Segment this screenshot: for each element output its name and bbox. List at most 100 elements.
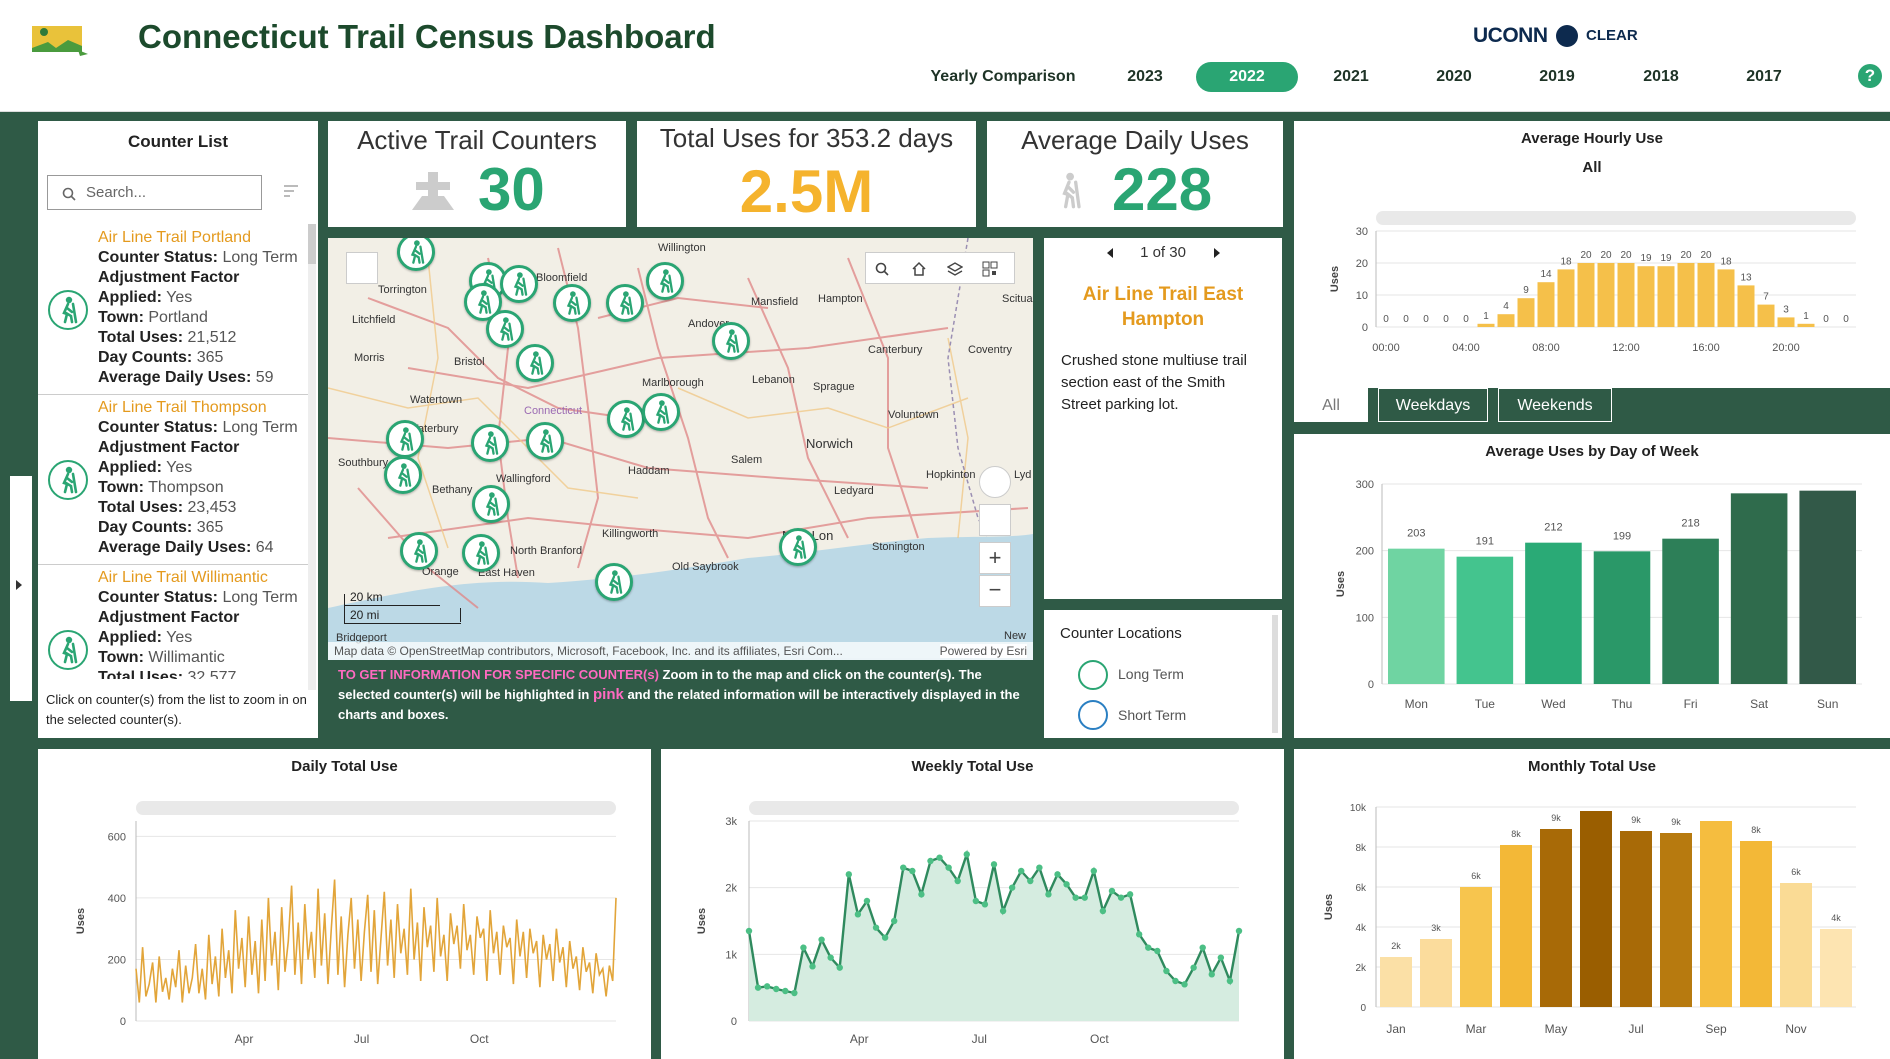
chart-subtitle: All: [1582, 159, 1602, 176]
select-tool-icon[interactable]: [346, 252, 378, 284]
y-tick-label: 2k: [725, 883, 737, 895]
zoom-out-button[interactable]: −: [979, 575, 1011, 607]
trail-counter-marker[interactable]: [516, 344, 554, 382]
nav-year-2022[interactable]: 2022: [1196, 62, 1298, 92]
trail-counter-marker[interactable]: [595, 563, 633, 601]
trail-counter-marker[interactable]: [472, 485, 510, 523]
zoom-in-button[interactable]: +: [979, 542, 1011, 574]
place-label: Morris: [354, 352, 385, 364]
kpi-label: Average Daily Uses: [1021, 125, 1249, 155]
x-tick-label: May: [1545, 1022, 1568, 1036]
trail-counter-marker[interactable]: [471, 424, 509, 462]
tab-all[interactable]: All: [1294, 388, 1368, 422]
home-icon[interactable]: [911, 261, 927, 277]
nav-year-2017[interactable]: 2017: [1729, 68, 1799, 86]
nav-year-2018[interactable]: 2018: [1626, 68, 1696, 86]
bar: [1456, 556, 1514, 684]
place-label: Willington: [658, 242, 706, 254]
field-label: Applied:: [98, 459, 162, 476]
place-label: Watertown: [410, 394, 463, 406]
bar: [1620, 831, 1652, 1007]
list-item[interactable]: Air Line Trail Thompson Counter Status: …: [98, 398, 350, 558]
next-arrow-icon[interactable]: [1214, 248, 1220, 258]
field-label: Day Counts:: [98, 519, 193, 536]
y-tick-label: 600: [108, 831, 126, 843]
compass-icon[interactable]: [979, 466, 1011, 498]
map-view[interactable]: Willington Torrington Bloomfield Mansfie…: [328, 238, 1033, 738]
list-item[interactable]: Air Line Trail Willimantic Counter Statu…: [98, 568, 350, 679]
counter-name: Air Line Trail Portland: [98, 229, 251, 246]
search-input[interactable]: Search...: [47, 175, 262, 210]
clear-logo-icon: [1556, 25, 1578, 47]
help-icon[interactable]: ?: [1858, 64, 1882, 88]
data-point: [1027, 877, 1034, 885]
data-point: [890, 917, 898, 925]
trail-counter-marker[interactable]: [400, 532, 438, 570]
trail-counter-marker[interactable]: [397, 238, 435, 271]
side-panel-toggle[interactable]: [10, 476, 32, 701]
nav-year-2023[interactable]: 2023: [1110, 68, 1180, 86]
trail-counter-marker[interactable]: [712, 322, 750, 360]
field-label: Adjustment Factor: [98, 269, 240, 286]
nav-year-2021[interactable]: 2021: [1316, 68, 1386, 86]
place-label: Old Saybrook: [672, 561, 739, 573]
data-point: [990, 861, 998, 868]
trail-counter-marker[interactable]: [500, 265, 538, 303]
kpi-active-counters: Active Trail Counters 30: [328, 121, 626, 227]
range-slider: [749, 801, 1239, 815]
map-search-icon[interactable]: [875, 262, 889, 276]
nav-year-2019[interactable]: 2019: [1522, 68, 1592, 86]
trail-counter-marker[interactable]: [642, 393, 680, 431]
filter-icon[interactable]: [282, 183, 302, 199]
tab-weekdays[interactable]: Weekdays: [1378, 388, 1488, 422]
scale-bar: 20 km 20 mi: [344, 590, 461, 624]
info-heading: TO GET INFORMATION FOR SPECIFIC COUNTER(…: [338, 667, 659, 682]
bar: [1380, 957, 1412, 1007]
data-point: [1172, 977, 1179, 985]
list-item[interactable]: Air Line Trail Portland Counter Status: …: [98, 228, 350, 388]
y-tick-label: 0: [1368, 679, 1374, 691]
legend-scrollbar[interactable]: [1272, 615, 1278, 733]
x-tick-label: Sun: [1817, 697, 1838, 711]
trail-counter-marker[interactable]: [384, 456, 422, 494]
y-tick-label: 0: [731, 1016, 737, 1028]
nav-year-2020[interactable]: 2020: [1419, 68, 1489, 86]
trail-counter-marker[interactable]: [486, 310, 524, 348]
trail-counter-marker[interactable]: [386, 420, 424, 458]
trail-counter-marker[interactable]: [646, 262, 684, 300]
place-label: Coventry: [968, 344, 1013, 356]
tab-weekends[interactable]: Weekends: [1498, 388, 1612, 422]
chevron-right-icon: [16, 580, 22, 590]
trail-counter-marker[interactable]: [606, 284, 644, 322]
trail-counter-marker[interactable]: [779, 528, 817, 566]
data-point: [827, 954, 834, 961]
place-label: Haddam: [628, 465, 670, 477]
daily-chart: 0 200 400 600 Uses Apr Jul Oct: [75, 801, 617, 1046]
counter-list-title: Counter List: [127, 132, 229, 151]
qr-code-icon[interactable]: [982, 261, 998, 277]
day-of-week-panel: Average Uses by Day of Week 0 100 200 300 Us…: [1294, 434, 1890, 738]
bar: [1460, 887, 1492, 1007]
data-label: 8k: [1751, 825, 1761, 835]
place-label: Marlborough: [642, 377, 704, 389]
place-label: Salem: [731, 454, 763, 466]
trail-counter-marker[interactable]: [526, 422, 564, 460]
scale-mi: 20 mi: [350, 608, 380, 622]
locate-icon[interactable]: [979, 504, 1011, 536]
data-label: 0: [1423, 314, 1429, 325]
hiker-icon: [485, 492, 500, 516]
nav-yearly-comparison[interactable]: Yearly Comparison: [928, 68, 1078, 86]
data-point: [1008, 884, 1016, 891]
x-tick-label: Mar: [1466, 1022, 1487, 1036]
trail-counter-marker[interactable]: [607, 400, 645, 438]
data-label: 14: [1540, 269, 1552, 280]
x-tick-label: 12:00: [1612, 342, 1640, 354]
range-slider: [1376, 211, 1856, 225]
layers-icon[interactable]: [947, 261, 963, 277]
trail-counter-marker[interactable]: [462, 534, 500, 572]
monthly-total-panel: Monthly Total Use 0 2k 4k 6k 8k 10k Uses 2k 3k 6k…: [1294, 749, 1890, 1059]
trail-counter-marker[interactable]: [553, 284, 591, 322]
y-tick-label: 8k: [1355, 843, 1367, 854]
pager-text: 1 of 30: [1140, 244, 1186, 261]
data-point: [745, 927, 753, 935]
